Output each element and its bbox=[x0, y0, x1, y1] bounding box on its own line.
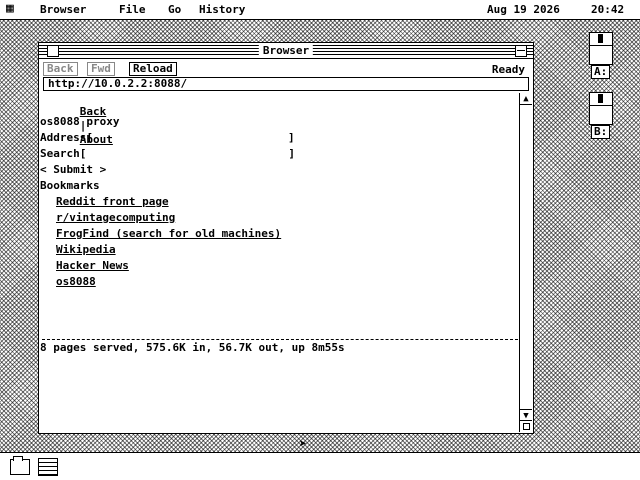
url-input[interactable]: http://10.0.2.2:8088/ bbox=[43, 77, 529, 91]
proxy-stats: 8 pages served, 575.6K in, 56.7K out, up… bbox=[40, 341, 345, 354]
back-button[interactable]: Back bbox=[43, 62, 78, 76]
window-titlebar[interactable]: Browser bbox=[39, 43, 533, 59]
bookmark-link-reddit[interactable]: Reddit front page bbox=[56, 195, 169, 209]
menu-go[interactable]: Go bbox=[168, 3, 181, 17]
bookmark-link-vintagecomputing[interactable]: r/vintagecomputing bbox=[56, 211, 175, 225]
menu-browser[interactable]: Browser bbox=[40, 3, 86, 17]
status-text: Ready bbox=[491, 63, 525, 76]
browser-toolbar: Back Fwd Reload Ready bbox=[39, 60, 533, 76]
full-box-icon[interactable] bbox=[515, 45, 527, 57]
address-label: Address[ bbox=[40, 131, 93, 144]
folder-icon[interactable] bbox=[10, 456, 30, 475]
forward-button[interactable]: Fwd bbox=[87, 62, 115, 76]
menu-file[interactable]: File bbox=[119, 3, 146, 17]
search-bracket: ] bbox=[288, 147, 295, 160]
system-menu-icon[interactable]: ▦ bbox=[6, 2, 14, 16]
drive-a-label: A: bbox=[591, 65, 611, 79]
menu-history[interactable]: History bbox=[199, 3, 245, 17]
submit-button[interactable]: < Submit > bbox=[40, 163, 106, 177]
bookmark-link-frogfind[interactable]: FrogFind (search for old machines) bbox=[56, 227, 281, 241]
search-field[interactable]: Search[] bbox=[40, 147, 295, 161]
document-icon[interactable] bbox=[38, 458, 58, 476]
bookmark-link-wikipedia[interactable]: Wikipedia bbox=[56, 243, 116, 257]
window-title: Browser bbox=[258, 44, 314, 57]
menu-bar: ▦ Browser File Go History Aug 19 2026 20… bbox=[0, 0, 640, 20]
address-bracket: ] bbox=[287, 131, 295, 144]
clock-date: Aug 19 2026 bbox=[487, 3, 560, 16]
bookmarks-heading: Bookmarks bbox=[40, 179, 100, 192]
scroll-up-arrow-icon[interactable]: ▲ bbox=[520, 93, 532, 105]
reload-button[interactable]: Reload bbox=[129, 62, 177, 76]
clock-time: 20:42 bbox=[591, 3, 625, 16]
search-label: Search[ bbox=[40, 147, 87, 160]
bookmark-link-hacker-news[interactable]: Hacker News bbox=[56, 259, 129, 273]
resize-box-icon[interactable] bbox=[519, 420, 532, 432]
vertical-scrollbar[interactable]: ▲ ▼ bbox=[519, 93, 532, 421]
taskbar bbox=[0, 452, 640, 480]
page-content: Back | About os8088 proxy Address[] Sear… bbox=[40, 93, 518, 431]
footer-divider bbox=[42, 339, 518, 340]
close-box-icon[interactable] bbox=[47, 45, 59, 57]
bookmark-link-os8088[interactable]: os8088 bbox=[56, 275, 96, 289]
mouse-cursor-icon: ➤ bbox=[299, 437, 307, 452]
page-heading: os8088 proxy bbox=[40, 115, 120, 128]
browser-window: Browser Back Fwd Reload Ready http://10.… bbox=[38, 42, 534, 434]
drive-b-label: B: bbox=[591, 125, 611, 139]
address-field[interactable]: Address[] bbox=[40, 131, 295, 145]
